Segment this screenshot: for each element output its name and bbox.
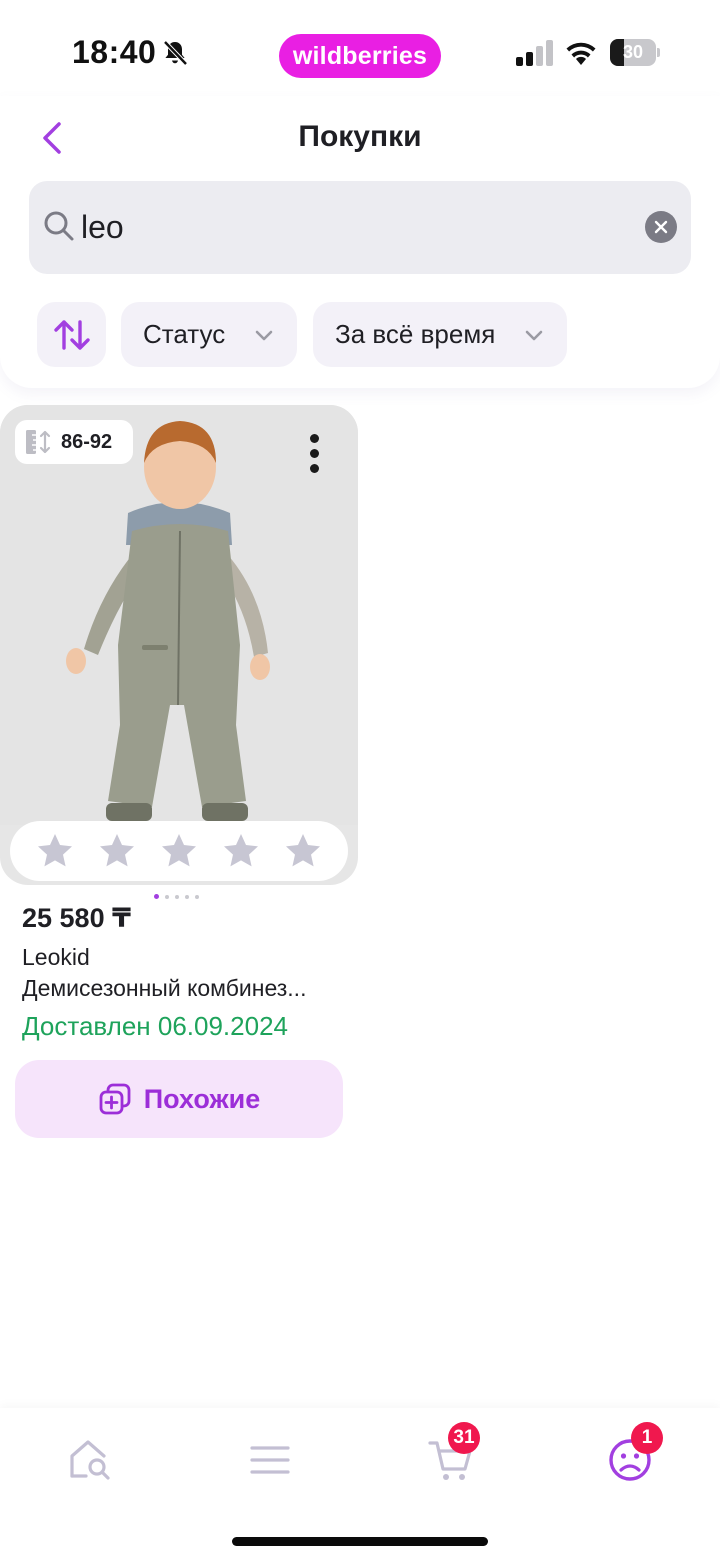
product-image[interactable]: 86-92 xyxy=(0,405,358,885)
close-icon xyxy=(654,220,668,234)
wifi-icon xyxy=(566,42,596,65)
period-filter-dropdown[interactable]: За всё время xyxy=(313,302,567,367)
pager-dot xyxy=(175,894,179,899)
nav-catalog[interactable] xyxy=(240,1430,300,1490)
home-search-icon xyxy=(70,1440,110,1480)
image-pager xyxy=(154,894,199,899)
size-badge: 86-92 xyxy=(15,420,133,464)
nav-home[interactable] xyxy=(60,1430,120,1490)
bell-muted-icon xyxy=(163,40,188,66)
similar-icon xyxy=(99,1083,131,1115)
status-filter-label: Статус xyxy=(143,319,226,349)
bottom-navigation: 31 1 xyxy=(0,1408,720,1561)
star-icon[interactable] xyxy=(221,831,261,871)
star-icon[interactable] xyxy=(97,831,137,871)
star-icon[interactable] xyxy=(35,831,75,871)
search-icon xyxy=(44,211,74,241)
similar-button[interactable]: Похожие xyxy=(15,1060,343,1138)
pager-dot xyxy=(195,894,199,899)
battery-level: 30 xyxy=(622,42,644,62)
chevron-down-icon xyxy=(525,330,543,341)
chevron-down-icon xyxy=(255,330,273,341)
cart-count-badge: 31 xyxy=(448,1422,480,1454)
size-label: 86-92 xyxy=(61,430,113,453)
pager-dot xyxy=(165,894,169,899)
size-icon xyxy=(26,430,51,454)
period-filter-label: За всё время xyxy=(335,319,496,349)
cellular-signal-icon xyxy=(516,40,553,66)
rating-bar xyxy=(10,821,348,881)
menu-icon xyxy=(250,1446,290,1474)
battery-indicator: 30 xyxy=(610,39,660,66)
status-time: 18:40 xyxy=(72,34,157,70)
home-indicator xyxy=(232,1537,488,1546)
pager-dot xyxy=(154,894,159,899)
star-icon[interactable] xyxy=(159,831,199,871)
page-title: Покупки xyxy=(298,120,422,153)
similar-button-label: Похожие xyxy=(143,1083,261,1114)
more-options-button[interactable] xyxy=(296,427,332,479)
pager-dot xyxy=(185,894,189,899)
star-icon[interactable] xyxy=(283,831,323,871)
sort-button[interactable] xyxy=(37,302,106,367)
status-bar: 18:40 wildberries 30 xyxy=(0,0,720,104)
clear-search-button[interactable] xyxy=(645,211,677,243)
product-brand: Leokid xyxy=(22,944,90,970)
header-card: Покупки Статус За всё время xyxy=(0,96,720,388)
search-input[interactable] xyxy=(81,201,621,253)
brand-logo: wildberries xyxy=(279,34,441,78)
status-filter-dropdown[interactable]: Статус xyxy=(121,302,297,367)
sort-arrows-icon xyxy=(53,319,90,350)
product-price: 25 580 ₸ xyxy=(22,903,131,933)
delivery-status: Доставлен 06.09.2024 xyxy=(22,1011,288,1041)
search-bar[interactable] xyxy=(29,181,691,274)
product-name[interactable]: Демисезонный комбинез... xyxy=(22,975,342,1002)
profile-notification-badge: 1 xyxy=(631,1422,663,1454)
